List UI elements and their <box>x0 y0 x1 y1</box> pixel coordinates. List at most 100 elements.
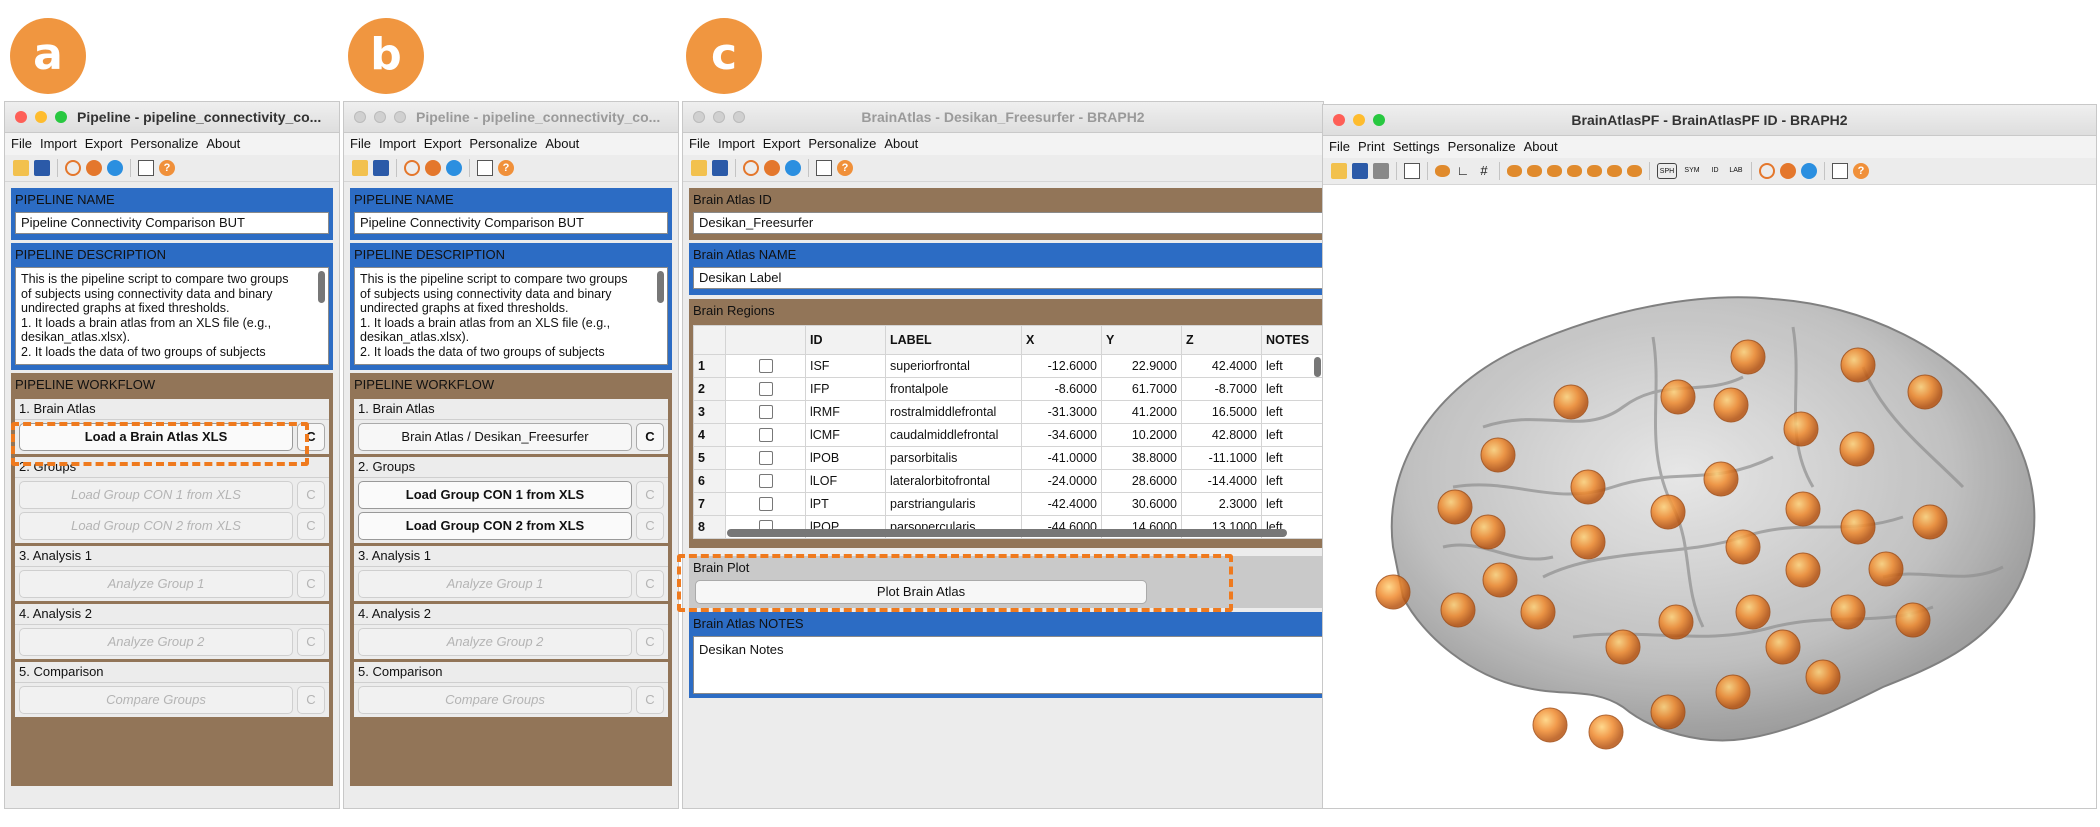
cell-label[interactable]: frontalpole <box>885 377 1022 401</box>
close-window-button[interactable] <box>354 111 366 123</box>
header-y[interactable]: Y <box>1101 325 1182 355</box>
sphere-toggle-icon[interactable]: SPH <box>1657 163 1677 179</box>
globe-icon[interactable] <box>65 160 81 176</box>
help-icon[interactable]: ? <box>837 160 853 176</box>
load-group-1-button[interactable]: Load Group CON 1 from XLS <box>358 481 632 509</box>
zoom-window-button[interactable] <box>1373 114 1385 126</box>
braph-logo-icon[interactable] <box>425 160 441 176</box>
cell-z[interactable]: -14.4000 <box>1181 469 1262 493</box>
row-checkbox[interactable] <box>758 382 773 397</box>
braph-logo-icon[interactable] <box>764 160 780 176</box>
brain-view-coronal-anterior-icon[interactable] <box>1607 165 1622 177</box>
load-group-2-button[interactable]: Load Group CON 2 from XLS <box>358 512 632 540</box>
document-icon[interactable] <box>1832 163 1848 179</box>
menu-personalize[interactable]: Personalize <box>808 136 876 151</box>
cell-y[interactable]: 30.6000 <box>1101 492 1182 516</box>
horizontal-scrollbar[interactable] <box>727 529 1287 537</box>
cell-x[interactable]: -42.4000 <box>1021 492 1102 516</box>
header-label[interactable]: LABEL <box>885 325 1022 355</box>
twitter-icon[interactable] <box>446 160 462 176</box>
cell-notes[interactable]: left <box>1261 377 1323 401</box>
clear-analysis-1-button[interactable]: C <box>297 570 325 598</box>
save-disk-icon[interactable] <box>712 160 728 176</box>
help-icon[interactable]: ? <box>1853 163 1869 179</box>
cell-y[interactable]: 28.6000 <box>1101 469 1182 493</box>
title-bar[interactable]: BrainAtlas - Desikan_Freesurfer - BRAPH2 <box>683 102 1323 133</box>
cell-x[interactable]: -34.6000 <box>1021 423 1102 447</box>
brain-view-axial-dorsal-icon[interactable] <box>1567 165 1582 177</box>
analyze-group-2-button[interactable]: Analyze Group 2 <box>358 628 632 656</box>
cell-z[interactable]: 16.5000 <box>1181 400 1262 424</box>
cell-label[interactable]: parsorbitalis <box>885 446 1022 470</box>
cell-y[interactable]: 41.2000 <box>1101 400 1182 424</box>
open-folder-icon[interactable] <box>352 160 368 176</box>
braph-logo-icon[interactable] <box>86 160 102 176</box>
clear-comparison-button[interactable]: C <box>297 686 325 714</box>
menu-import[interactable]: Import <box>40 136 77 151</box>
table-row[interactable]: 2 IFP frontalpole -8.6000 61.7000 -8.700… <box>693 377 1323 401</box>
brain-toggle-icon[interactable] <box>1435 165 1450 177</box>
braph-logo-icon[interactable] <box>1780 163 1796 179</box>
clear-group-2-button[interactable]: C <box>297 512 325 540</box>
close-window-button[interactable] <box>15 111 27 123</box>
cell-y[interactable]: 61.7000 <box>1101 377 1182 401</box>
cell-label[interactable]: superiorfrontal <box>885 354 1022 378</box>
brain-atlas-name-field[interactable]: Desikan Label <box>693 267 1323 289</box>
cell-id[interactable]: ISF <box>805 354 886 378</box>
open-folder-icon[interactable] <box>1331 163 1347 179</box>
brain-view-coronal-posterior-icon[interactable] <box>1627 165 1642 177</box>
header-notes[interactable]: NOTES <box>1261 325 1323 355</box>
menu-import[interactable]: Import <box>379 136 416 151</box>
cell-z[interactable]: -8.7000 <box>1181 377 1262 401</box>
print-icon[interactable] <box>1373 163 1389 179</box>
cell-z[interactable]: 2.3000 <box>1181 492 1262 516</box>
load-group-2-button[interactable]: Load Group CON 2 from XLS <box>19 512 293 540</box>
open-folder-icon[interactable] <box>13 160 29 176</box>
brain-view-axial-ventral-icon[interactable] <box>1587 165 1602 177</box>
cell-notes[interactable]: left <box>1261 423 1323 447</box>
pipeline-name-field[interactable]: Pipeline Connectivity Comparison BUT <box>15 212 329 234</box>
vertical-scrollbar[interactable] <box>1314 357 1321 377</box>
document-icon[interactable] <box>138 160 154 176</box>
clear-group-1-button[interactable]: C <box>297 481 325 509</box>
menu-export[interactable]: Export <box>424 136 462 151</box>
open-folder-icon[interactable] <box>691 160 707 176</box>
save-disk-icon[interactable] <box>34 160 50 176</box>
twitter-icon[interactable] <box>107 160 123 176</box>
table-row[interactable]: 6 lLOF lateralorbitofrontal -24.0000 28.… <box>693 469 1323 493</box>
minimize-window-button[interactable] <box>35 111 47 123</box>
table-row[interactable]: 4 lCMF caudalmiddlefrontal -34.6000 10.2… <box>693 423 1323 447</box>
menu-file[interactable]: File <box>689 136 710 151</box>
cell-notes[interactable]: left <box>1261 400 1323 424</box>
panel-settings-icon[interactable] <box>1404 163 1420 179</box>
globe-icon[interactable] <box>404 160 420 176</box>
cell-y[interactable]: 22.9000 <box>1101 354 1182 378</box>
close-window-button[interactable] <box>693 111 705 123</box>
cell-x[interactable]: -24.0000 <box>1021 469 1102 493</box>
brain-view-sagittal-right-icon[interactable] <box>1547 165 1562 177</box>
cell-label[interactable]: rostralmiddlefrontal <box>885 400 1022 424</box>
cell-x[interactable]: -12.6000 <box>1021 354 1102 378</box>
zoom-window-button[interactable] <box>394 111 406 123</box>
cell-id[interactable]: lLOF <box>805 469 886 493</box>
document-icon[interactable] <box>816 160 832 176</box>
cell-x[interactable]: -41.0000 <box>1021 446 1102 470</box>
row-checkbox[interactable] <box>758 405 773 420</box>
pipeline-description-text[interactable]: This is the pipeline script to compare t… <box>354 267 668 365</box>
title-bar[interactable]: BrainAtlasPF - BrainAtlasPF ID - BRAPH2 <box>1323 105 2096 136</box>
row-checkbox[interactable] <box>758 451 773 466</box>
row-checkbox[interactable] <box>758 474 773 489</box>
brain-plot-canvas[interactable] <box>1323 187 2096 807</box>
brain-view-sagittal-left-icon[interactable] <box>1527 165 1542 177</box>
save-disk-icon[interactable] <box>1352 163 1368 179</box>
clear-analysis-2-button[interactable]: C <box>636 628 664 656</box>
compare-groups-button[interactable]: Compare Groups <box>358 686 632 714</box>
title-bar[interactable]: Pipeline - pipeline_connectivity_co... <box>5 102 339 133</box>
help-icon[interactable]: ? <box>498 160 514 176</box>
zoom-window-button[interactable] <box>733 111 745 123</box>
menu-about[interactable]: About <box>884 136 918 151</box>
pipeline-description-text[interactable]: This is the pipeline script to compare t… <box>15 267 329 365</box>
zoom-window-button[interactable] <box>55 111 67 123</box>
cell-z[interactable]: 42.8000 <box>1181 423 1262 447</box>
table-row[interactable]: 7 lPT parstriangularis -42.4000 30.6000 … <box>693 492 1323 516</box>
